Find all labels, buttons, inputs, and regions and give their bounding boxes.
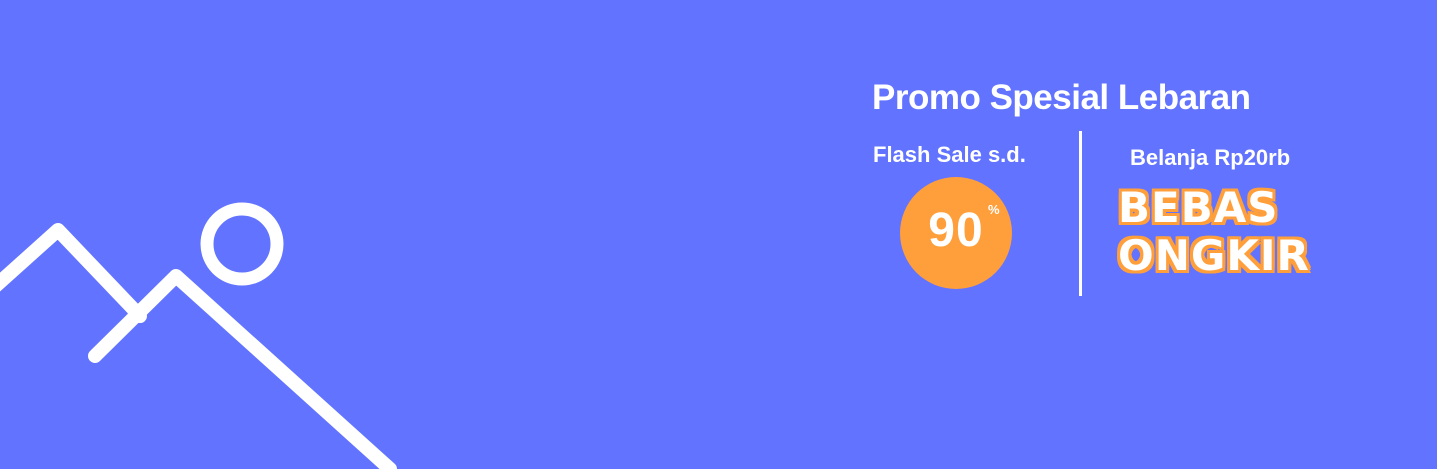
- free-shipping-line-1: BEBAS: [1118, 183, 1279, 232]
- image-placeholder-icon: [0, 202, 397, 469]
- promo-banner[interactable]: Promo Spesial Lebaran Flash Sale s.d. 90…: [0, 0, 1437, 469]
- flash-sale-label: Flash Sale s.d.: [873, 142, 1026, 167]
- shipping-threshold-label: Belanja Rp20rb: [1130, 145, 1291, 170]
- free-shipping-line-2: ONGKIR: [1118, 231, 1310, 280]
- discount-unit: %: [988, 202, 1000, 217]
- promo-title: Promo Spesial Lebaran: [872, 78, 1251, 117]
- discount-badge: 90 %: [900, 177, 1012, 289]
- free-shipping-text: BEBAS ONGKIR: [1118, 184, 1310, 280]
- divider: [1079, 131, 1082, 296]
